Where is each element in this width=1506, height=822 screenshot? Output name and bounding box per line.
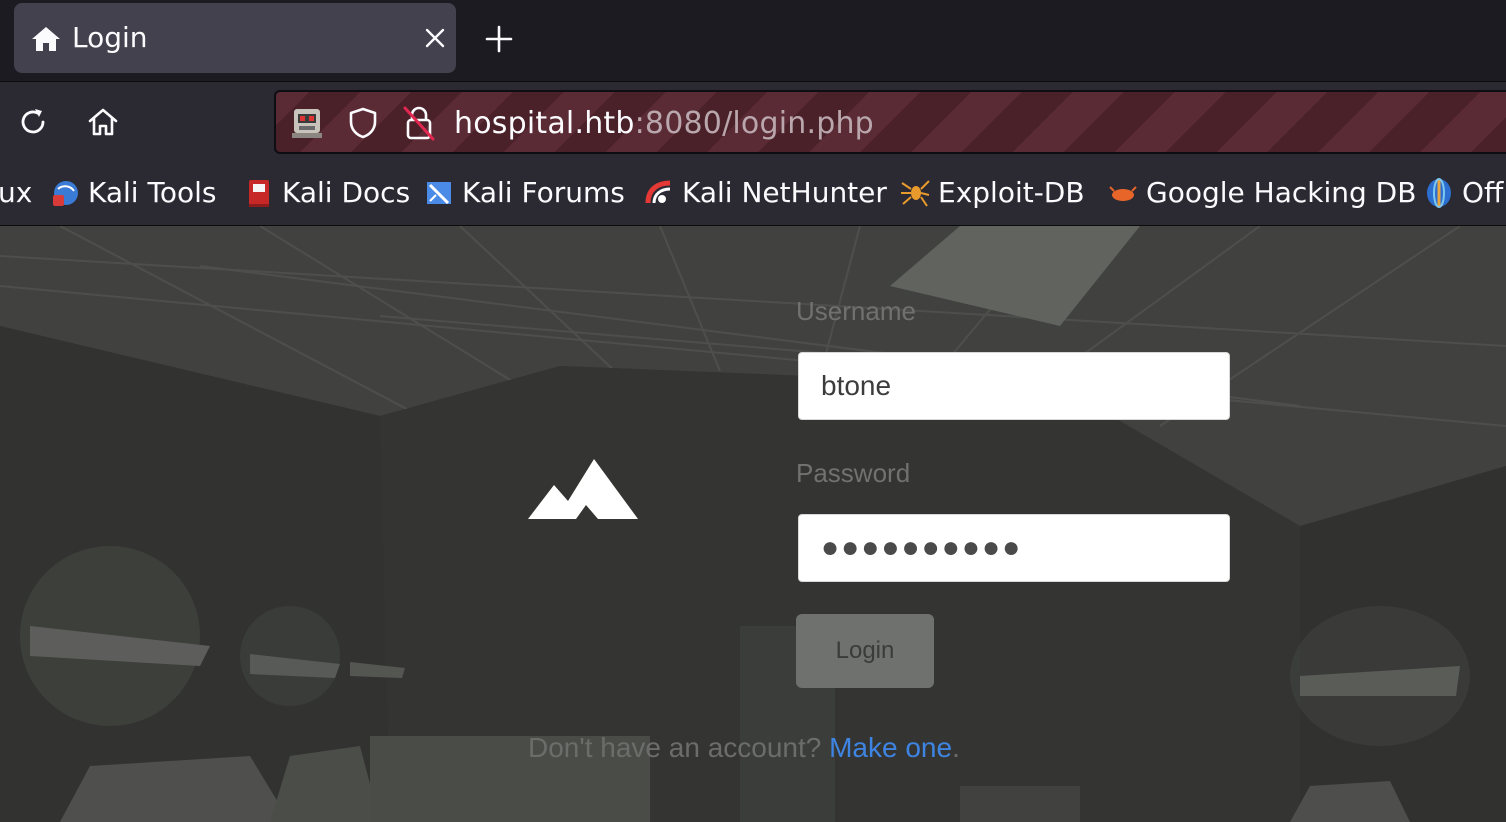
url-host: hospital.htb: [454, 106, 635, 141]
username-input[interactable]: btone: [798, 352, 1230, 420]
reload-icon[interactable]: [16, 105, 50, 139]
close-icon[interactable]: [422, 25, 448, 51]
bookmark-kali-tools[interactable]: Kali Tools: [50, 176, 216, 209]
bookmark-label: ux: [0, 176, 33, 209]
bookmark-google-hacking-db[interactable]: Google Hacking DB: [1108, 176, 1416, 209]
url-path: :8080/login.php: [634, 106, 874, 141]
bookmark-offsec[interactable]: Off: [1424, 176, 1503, 209]
new-tab-plus-icon[interactable]: [484, 24, 514, 54]
shield-icon[interactable]: [346, 106, 380, 140]
navigation-bar: hospital.htb:8080/login.php: [0, 82, 1506, 164]
mountain-logo-icon: [528, 459, 638, 519]
address-bar[interactable]: hospital.htb:8080/login.php: [274, 90, 1506, 154]
bookmark-kali-nethunter[interactable]: Kali NetHunter: [644, 176, 887, 209]
private-browsing-robot-icon[interactable]: [290, 106, 324, 140]
insecure-lock-icon[interactable]: [402, 104, 436, 142]
bookmark-label: Kali Forums: [462, 176, 625, 209]
bookmarks-toolbar: ux Kali Tools Kali Docs Kali Forums Kali…: [0, 164, 1506, 226]
kali-docs-icon: [249, 179, 269, 207]
signup-end: .: [952, 732, 960, 763]
password-label: Password: [796, 458, 911, 488]
signup-prompt: Don't have an account? Make one.: [528, 732, 960, 764]
bookmark-kali-linux[interactable]: ux: [0, 176, 32, 209]
username-value: btone: [821, 370, 892, 401]
exploit-db-icon: [901, 179, 930, 207]
google-hacking-db-icon: [1109, 185, 1137, 201]
url-text[interactable]: hospital.htb:8080/login.php: [454, 106, 874, 141]
offsec-icon: [1427, 177, 1451, 208]
kali-nethunter-icon: [645, 180, 671, 203]
make-one-link[interactable]: Make one: [829, 732, 952, 763]
home-icon: [32, 27, 60, 51]
tab-login[interactable]: Login: [14, 3, 456, 73]
tab-strip: Login: [0, 0, 1506, 82]
kali-tools-icon: [53, 180, 78, 206]
password-value: ●●●●●●●●●●: [821, 531, 1023, 564]
tab-title: Login: [72, 21, 148, 54]
bookmark-exploit-db[interactable]: Exploit-DB: [900, 176, 1085, 209]
bookmark-label: Kali Docs: [282, 176, 411, 209]
home-icon[interactable]: [86, 105, 120, 139]
bookmark-kali-forums[interactable]: Kali Forums: [424, 176, 625, 209]
bookmark-label: Kali NetHunter: [682, 176, 887, 209]
login-page: Username btone Password ●●●●●●●●●● Login…: [0, 226, 1506, 822]
login-button[interactable]: Login: [796, 614, 934, 688]
bookmark-label: Off: [1462, 176, 1504, 209]
password-input[interactable]: ●●●●●●●●●●: [798, 514, 1230, 582]
bookmark-kali-docs[interactable]: Kali Docs: [244, 176, 410, 209]
bookmark-label: Google Hacking DB: [1146, 176, 1417, 209]
signup-text: Don't have an account?: [528, 732, 830, 763]
bookmark-label: Kali Tools: [88, 176, 217, 209]
bookmark-label: Exploit-DB: [938, 176, 1085, 209]
username-label: Username: [796, 296, 916, 326]
kali-forums-icon: [427, 181, 451, 204]
